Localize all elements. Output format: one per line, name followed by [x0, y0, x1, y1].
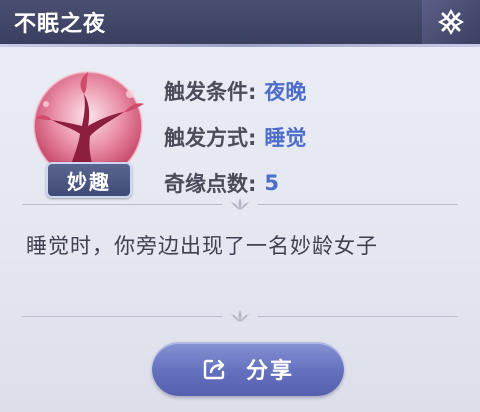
info-value: 夜晚	[264, 80, 307, 104]
dialog-title: 不眠之夜	[14, 12, 107, 37]
info-row-method: 触发方式: 睡觉	[164, 114, 306, 160]
share-button-label: 分享	[245, 359, 294, 384]
info-value: 睡觉	[264, 126, 307, 150]
lotus-ornament-icon	[231, 198, 249, 210]
share-icon	[203, 359, 225, 380]
info-label: 奇缘点数:	[164, 172, 257, 196]
divider	[22, 198, 458, 212]
info-label: 触发方式:	[164, 126, 257, 150]
divider	[22, 310, 458, 324]
close-button[interactable]	[422, 0, 480, 44]
info-label: 触发条件:	[164, 80, 257, 104]
dialog-header: 不眠之夜	[0, 0, 480, 47]
trigger-info: 触发条件: 夜晚 触发方式: 睡觉 奇缘点数: 5	[164, 68, 306, 206]
rarity-badge: 妙趣	[46, 162, 132, 198]
info-value: 5	[264, 171, 280, 195]
encounter-description: 睡觉时，你旁边出现了一名妙龄女子	[26, 234, 378, 258]
info-row-condition: 触发条件: 夜晚	[164, 68, 306, 114]
share-button[interactable]: 分享	[152, 342, 344, 396]
close-icon	[437, 8, 465, 36]
lotus-ornament-icon	[231, 310, 249, 322]
encounter-dialog: 不眠之夜 妙趣 触发条件: 夜晚 触发方式: 睡觉 奇缘点数: 5 睡觉时，你旁…	[0, 0, 480, 412]
